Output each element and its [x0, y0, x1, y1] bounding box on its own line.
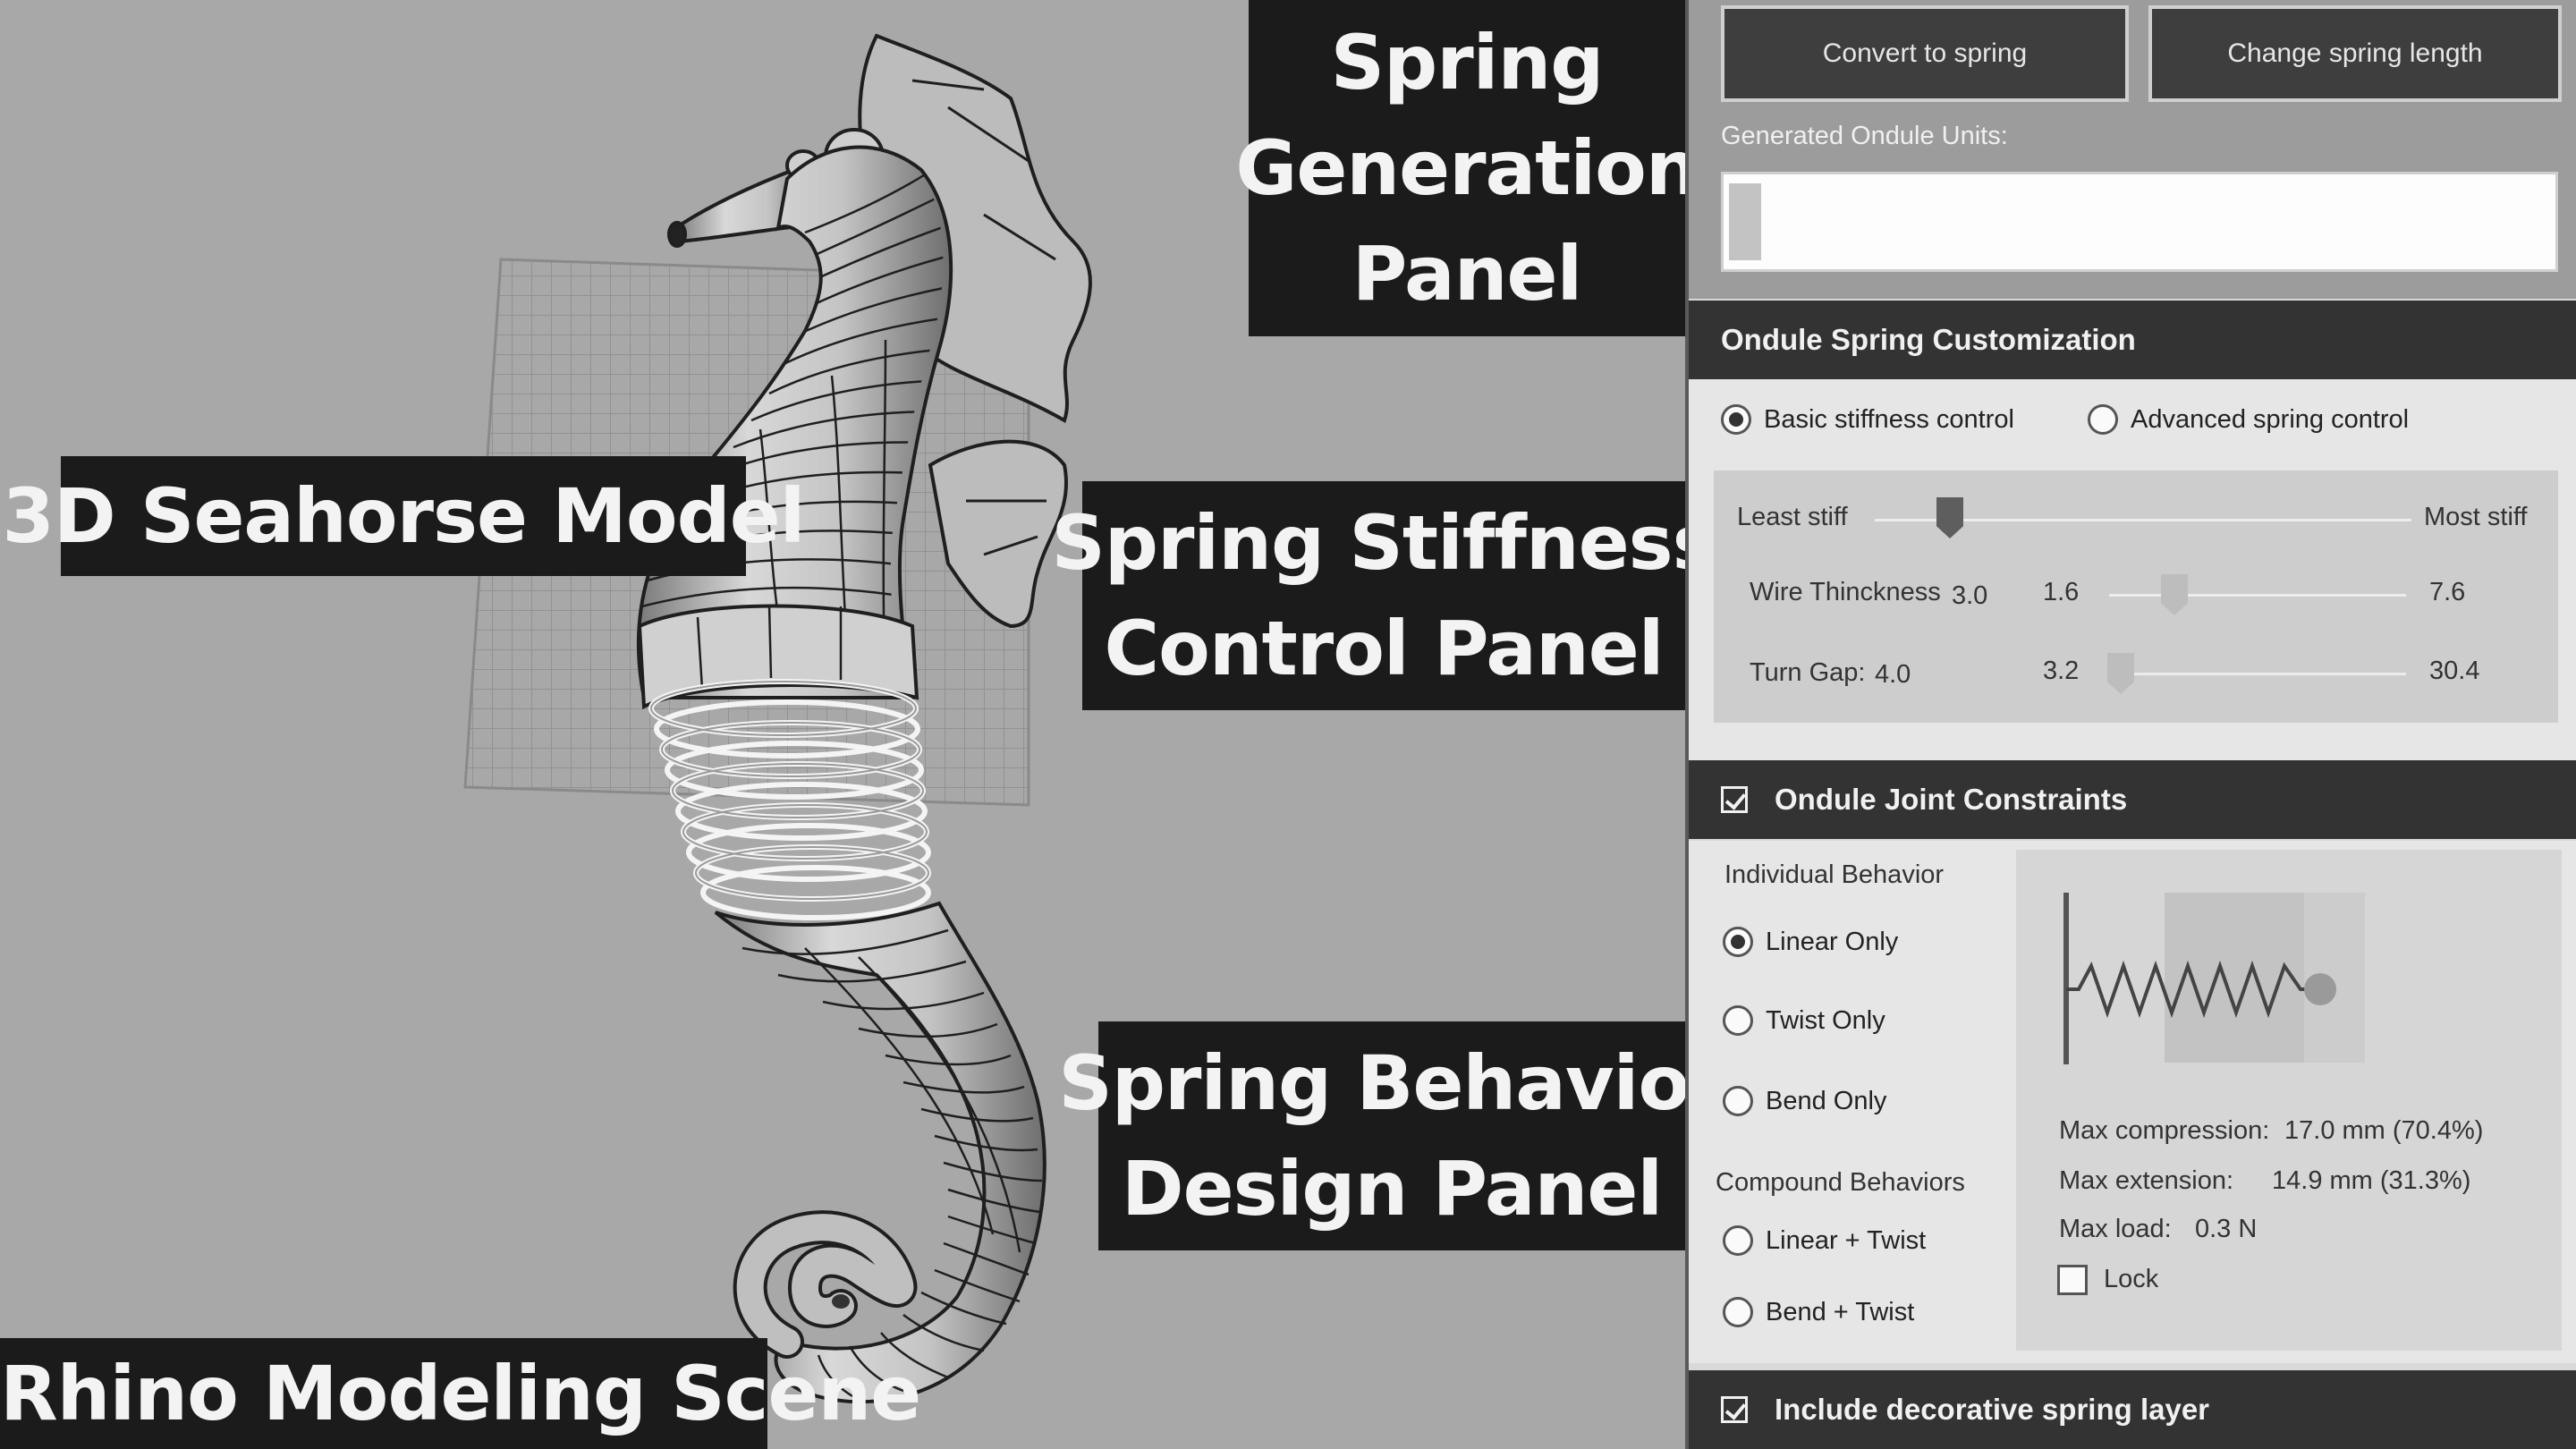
convert-to-spring-button[interactable]: Convert to spring: [1721, 5, 2129, 102]
wire-thickness-thumb[interactable]: [2161, 574, 2188, 615]
decorative-layer-checkbox[interactable]: [1721, 1396, 1748, 1423]
callout-behavior-panel: Spring Behavior Design Panel: [1058, 1021, 1685, 1250]
joint-constraints-title: Ondule Joint Constraints: [1775, 783, 2128, 816]
wire-thickness-track[interactable]: [2109, 594, 2406, 597]
decorative-layer-title: Include decorative spring layer: [1775, 1393, 2210, 1426]
linear-only-label: Linear Only: [1766, 927, 1899, 956]
callout-line: Control Panel: [1104, 605, 1664, 692]
max-compression-value: 17.0 mm (70.4%): [2284, 1116, 2484, 1145]
radio-selected-icon: [1721, 404, 1751, 435]
rhino-viewport[interactable]: Spring Generation Panel 3D Seahorse Mode…: [0, 0, 1685, 1449]
max-extension-value: 14.9 mm (31.3%): [2272, 1166, 2471, 1195]
callout-line: Spring Behavior: [1058, 1039, 1685, 1127]
spring-preview-icon[interactable]: [2016, 850, 2562, 1073]
decorative-layer-header[interactable]: Include decorative spring layer: [1689, 1370, 2576, 1449]
joint-constraints-checkbox[interactable]: [1721, 786, 1748, 813]
basic-stiffness-radio[interactable]: Basic stiffness control: [1721, 404, 2014, 435]
callout-spring-generation: Spring Generation Panel: [1235, 0, 1685, 336]
radio-selected-icon: [1723, 927, 1753, 957]
callout-line: Panel: [1352, 230, 1583, 318]
max-extension-label: Max extension:: [2059, 1166, 2234, 1195]
customization-header-title: Ondule Spring Customization: [1721, 323, 2136, 356]
callout-line: 3D Seahorse Model: [2, 472, 806, 560]
radio-unselected-icon: [1723, 1225, 1753, 1256]
turn-gap-max: 30.4: [2429, 657, 2480, 685]
individual-behavior-label: Individual Behavior: [1724, 860, 1945, 889]
callout-rhino-scene: Rhino Modeling Scene: [0, 1338, 921, 1449]
wire-thickness-min: 1.6: [2043, 578, 2080, 606]
joint-constraints-body: Individual Behavior Linear Only Twist On…: [1689, 841, 2576, 1363]
wire-thickness-label: Wire Thinckness: [1750, 578, 1941, 606]
wire-thickness-value: 3.0: [1952, 581, 1988, 610]
radio-unselected-icon: [1723, 1297, 1753, 1327]
most-stiff-label: Most stiff: [2424, 503, 2528, 531]
stiffness-control-box: Least stiff Most stiff Wire Thinckness 3…: [1714, 470, 2558, 723]
bend-only-label: Bend Only: [1766, 1086, 1887, 1115]
turn-gap-value: 4.0: [1875, 660, 1911, 689]
seahorse-tail: [714, 901, 1046, 1404]
generated-units-label: Generated Ondule Units:: [1721, 122, 2008, 150]
customization-header: Ondule Spring Customization: [1689, 301, 2576, 379]
turn-gap-thumb[interactable]: [2107, 653, 2134, 694]
stiffness-slider-thumb[interactable]: [1936, 497, 1963, 538]
max-load-value: 0.3 N: [2195, 1215, 2258, 1243]
generated-units-list[interactable]: [1721, 172, 2558, 272]
callout-line: Spring: [1330, 19, 1605, 106]
turn-gap-track[interactable]: [2109, 673, 2406, 675]
spring-generation-section: Convert to spring Change spring length G…: [1689, 0, 2576, 299]
spring-preview-box: Max compression: 17.0 mm (70.4%) Max ext…: [2016, 850, 2562, 1351]
basic-stiffness-label: Basic stiffness control: [1764, 404, 2014, 434]
change-spring-length-button[interactable]: Change spring length: [2148, 5, 2562, 102]
linear-twist-radio[interactable]: Linear + Twist: [1723, 1225, 1926, 1256]
callout-line: Spring Stiffness: [1051, 499, 1685, 587]
callout-line: Design Panel: [1121, 1145, 1663, 1233]
bend-only-radio[interactable]: Bend Only: [1723, 1086, 1886, 1116]
radio-unselected-icon: [1723, 1005, 1753, 1036]
max-compression-label: Max compression:: [2059, 1116, 2270, 1145]
callout-line: Generation: [1235, 124, 1685, 212]
least-stiff-label: Least stiff: [1737, 503, 1848, 531]
lock-checkbox[interactable]: [2057, 1265, 2088, 1295]
callout-line: Rhino Modeling Scene: [0, 1350, 921, 1437]
twist-only-radio[interactable]: Twist Only: [1723, 1005, 1885, 1036]
callout-stiffness-panel: Spring Stiffness Control Panel: [1051, 481, 1685, 710]
bend-twist-label: Bend + Twist: [1766, 1297, 1915, 1326]
radio-unselected-icon: [2088, 404, 2118, 435]
compound-behaviors-label: Compound Behaviors: [1716, 1168, 1965, 1197]
radio-unselected-icon: [1723, 1086, 1753, 1116]
lock-label: Lock: [2104, 1265, 2159, 1293]
advanced-spring-label: Advanced spring control: [2131, 404, 2410, 434]
ondule-panel: Convert to spring Change spring length G…: [1685, 0, 2576, 1449]
joint-constraints-header[interactable]: Ondule Joint Constraints: [1689, 760, 2576, 839]
linear-twist-label: Linear + Twist: [1766, 1225, 1927, 1255]
advanced-spring-radio[interactable]: Advanced spring control: [2088, 404, 2409, 435]
turn-gap-min: 3.2: [2043, 657, 2080, 685]
twist-only-label: Twist Only: [1766, 1005, 1885, 1035]
generated-unit-item[interactable]: [1729, 183, 1761, 260]
linear-only-radio[interactable]: Linear Only: [1723, 927, 1898, 957]
wire-thickness-max: 7.6: [2429, 578, 2466, 606]
bend-twist-radio[interactable]: Bend + Twist: [1723, 1297, 1914, 1327]
turn-gap-label: Turn Gap:: [1750, 658, 1866, 687]
max-load-label: Max load:: [2059, 1215, 2172, 1243]
callout-seahorse-model: 3D Seahorse Model: [3, 456, 805, 576]
